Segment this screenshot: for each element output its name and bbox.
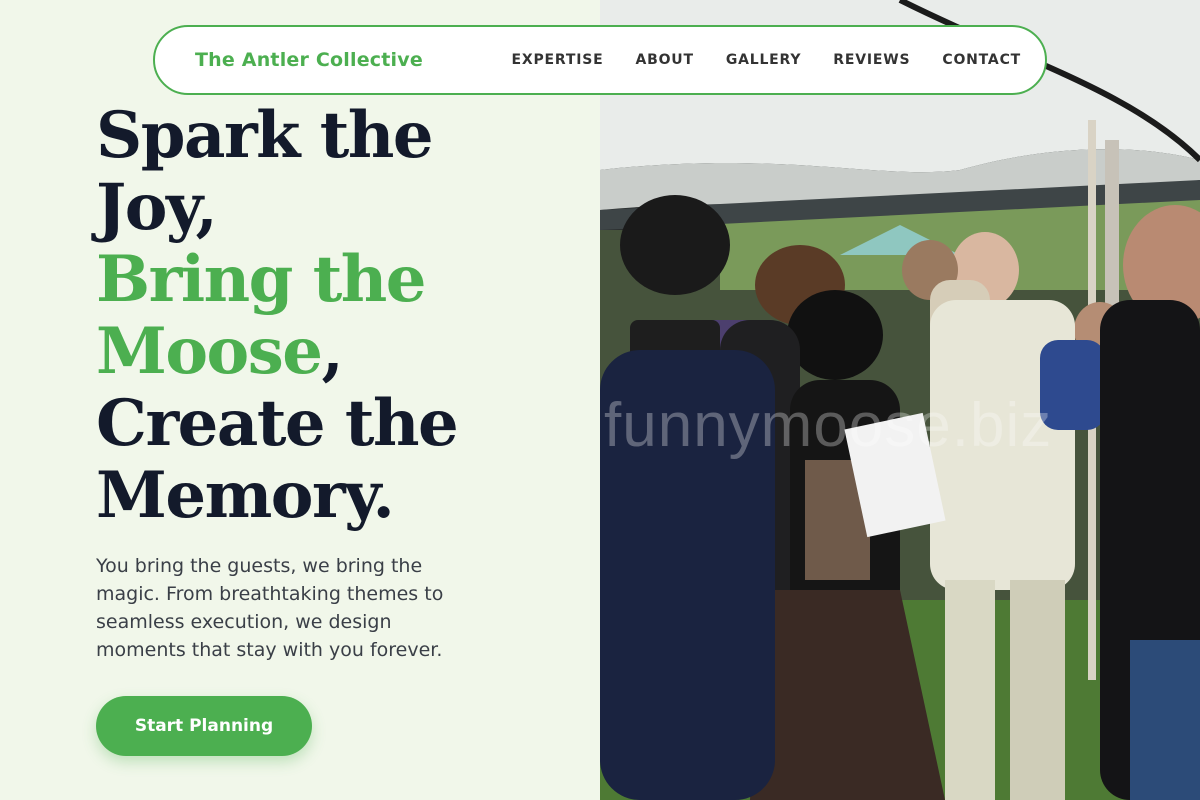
headline-line-1: Spark the xyxy=(96,98,434,173)
nav-link-about[interactable]: ABOUT xyxy=(635,52,693,68)
photo-watermark: funnymoose.biz xyxy=(604,391,1053,460)
nav-link-reviews[interactable]: REVIEWS xyxy=(833,52,910,68)
nav-link-expertise[interactable]: EXPERTISE xyxy=(512,52,604,68)
hero-image-panel: funnymoose.biz xyxy=(600,0,1200,800)
nav-link-gallery[interactable]: GALLERY xyxy=(726,52,801,68)
nav-links: EXPERTISE ABOUT GALLERY REVIEWS CONTACT xyxy=(512,52,1021,68)
headline-line-2: Joy, xyxy=(96,170,218,245)
headline-line-6: Memory. xyxy=(96,458,395,533)
hero-headline: Spark the Joy, Bring the Moose, Create t… xyxy=(96,100,556,532)
headline-line-5: Create the xyxy=(96,386,459,461)
top-navigation-bar: The Antler Collective EXPERTISE ABOUT GA… xyxy=(153,25,1047,95)
nav-link-contact[interactable]: CONTACT xyxy=(942,52,1021,68)
hero-description: You bring the guests, we bring the magic… xyxy=(96,555,444,661)
headline-accent-line-2: Moose xyxy=(96,314,323,389)
headline-comma: , xyxy=(321,314,343,389)
headline-accent-line-1: Bring the xyxy=(96,242,427,317)
brand-logo-text[interactable]: The Antler Collective xyxy=(195,49,423,71)
start-planning-button[interactable]: Start Planning xyxy=(96,696,312,756)
